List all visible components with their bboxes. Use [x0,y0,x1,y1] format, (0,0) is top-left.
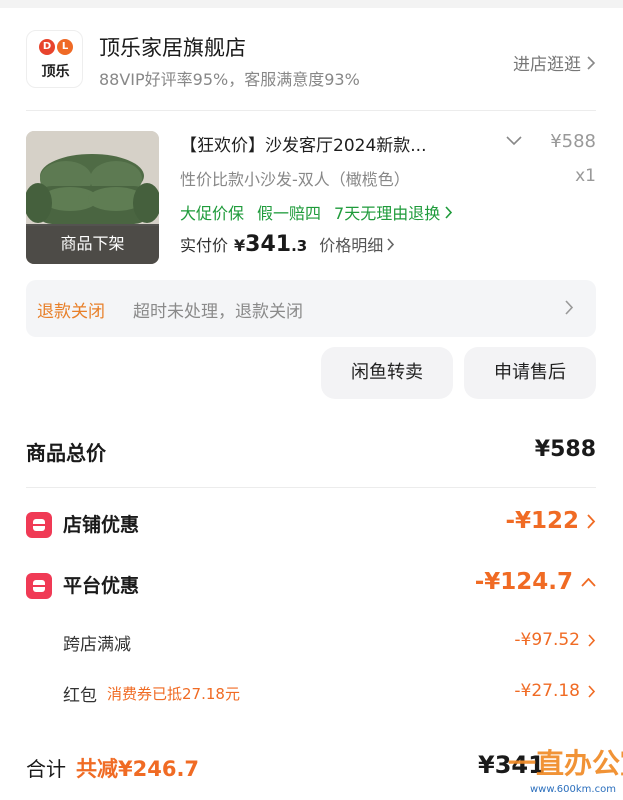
actual-price-currency: ¥ [234,236,246,255]
logo-text: 顶乐 [41,64,70,80]
product-price: ¥588 [550,131,596,152]
logo-letter-l: L [57,39,73,55]
chevron-down-icon[interactable] [506,136,522,146]
resell-button[interactable]: 闲鱼转卖 [321,347,453,399]
sum-label-wrap: 合计 共减¥246.7 [26,753,199,783]
red-packet-value: -¥27.18 [514,681,580,701]
actual-price-integer: 341 [245,232,292,257]
chevron-right-icon [587,513,596,529]
tag-fake-compensation: 假一赔四 [257,204,322,223]
logo-mark: D L [39,39,73,55]
red-packet-row[interactable]: 红包 消费券已抵27.18元 -¥27.18 [26,681,596,707]
cross-store-value-wrap: -¥97.52 [514,630,596,650]
divider [26,487,596,488]
total-price-value: ¥588 [534,437,596,462]
red-packet-value-wrap: -¥27.18 [514,681,596,701]
enter-store-label: 进店逛逛 [513,55,581,75]
cross-store-label-wrap: 跨店满减 [63,630,131,655]
store-discount-value: -¥122 [505,508,579,534]
chevron-right-icon [587,55,596,70]
red-packet-label: 红包 [63,686,97,706]
cross-store-value: -¥97.52 [514,630,580,650]
coupon-icon [26,573,52,599]
chevron-right-icon [588,684,596,698]
store-logo[interactable]: D L 顶乐 [26,30,83,88]
actual-price-row: 实付价 ¥ 341 .3 价格明细 [180,232,395,257]
store-discount-row[interactable]: 店铺优惠 -¥122 [26,508,596,540]
enter-store-link[interactable]: 进店逛逛 [513,50,596,75]
sum-row: 合计 共减¥246.7 ¥341 [26,751,596,783]
sum-label: 合计 [26,757,66,781]
platform-discount-label: 平台优惠 [63,575,140,597]
store-rating: 88VIP好评率95%，客服满意度93% [99,70,360,89]
chevron-up-icon[interactable] [581,577,596,587]
chevron-right-icon [588,633,596,647]
actual-price-decimal: .3 [291,237,308,255]
logo-letter-d: D [39,39,55,55]
cross-store-row[interactable]: 跨店满减 -¥97.52 [26,630,596,656]
actual-price-label: 实付价 [180,236,229,255]
tag-price-protect: 大促价保 [180,204,245,223]
price-detail-label: 价格明细 [319,236,384,255]
chevron-right-icon [387,237,395,251]
product-spec: 性价比款小沙发-双人（橄榄色） [180,170,410,189]
store-discount-label: 店铺优惠 [63,514,140,536]
product-image[interactable]: 商品下架 [26,131,159,264]
refund-description: 超时未处理，退款关闭 [133,302,303,322]
divider [26,110,596,111]
platform-discount-value: -¥124.7 [474,569,573,595]
product-quantity: x1 [575,166,596,186]
store-header[interactable]: D L 顶乐 顶乐家居旗舰店 88VIP好评率95%，客服满意度93% 进店逛逛 [26,30,596,92]
refund-status-bar[interactable]: 退款关闭 超时未处理，退款关闭 [26,280,596,337]
store-name[interactable]: 顶乐家居旗舰店 [99,32,246,62]
tag-7day-return: 7天无理由退换 [334,204,441,223]
coupon-icon [26,512,52,538]
sum-value: ¥341 [478,751,545,779]
product-title[interactable]: 【狂欢价】沙发客厅2024新款... [180,131,426,156]
cross-store-label: 跨店满减 [63,635,131,655]
store-discount-value-wrap: -¥122 [505,508,596,534]
watermark-url: www.600km.com [530,784,616,795]
product-status-overlay: 商品下架 [26,224,159,264]
total-price-label: 商品总价 [26,441,106,465]
platform-discount-value-wrap: -¥124.7 [475,569,596,595]
red-packet-note: 消费券已抵27.18元 [107,685,240,703]
platform-discount-row[interactable]: 平台优惠 -¥124.7 [26,569,596,601]
total-price-row: 商品总价 ¥588 [26,437,596,467]
chevron-right-icon [445,205,453,219]
top-strip [0,0,623,8]
service-tags[interactable]: 大促价保 假一赔四 7天无理由退换 [180,200,453,224]
red-packet-label-wrap: 红包 消费券已抵27.18元 [63,681,240,706]
price-detail-link[interactable]: 价格明细 [319,232,395,256]
after-sale-button[interactable]: 申请售后 [464,347,596,399]
chevron-right-icon [565,300,574,315]
refund-state: 退款关闭 [37,302,105,322]
total-saved: 共减¥246.7 [76,757,200,781]
